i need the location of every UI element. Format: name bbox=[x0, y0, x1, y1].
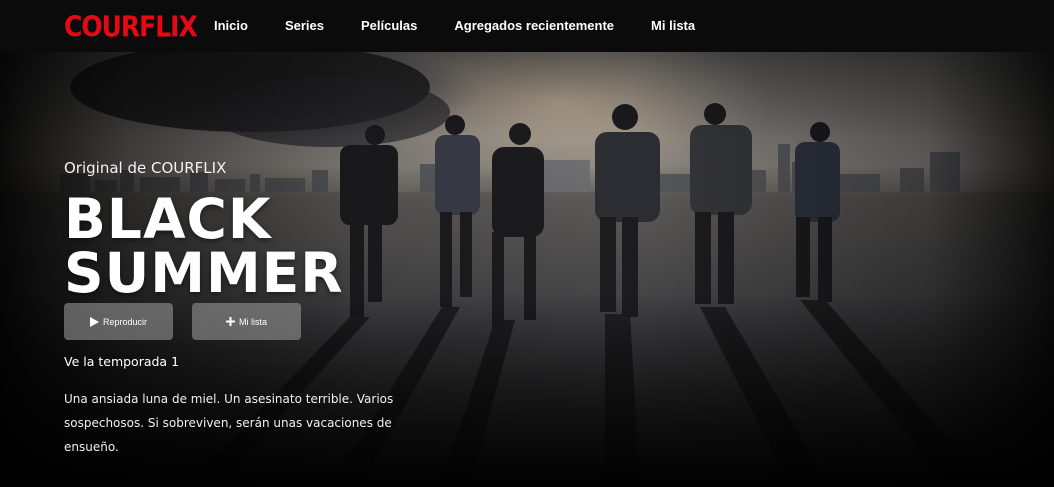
add-to-list-button[interactable]: Mi lista bbox=[192, 303, 301, 340]
season-label: Ve la temporada 1 bbox=[64, 354, 180, 369]
show-title-line-1: BLACK bbox=[64, 187, 272, 251]
plus-icon bbox=[225, 317, 235, 326]
original-label: Original de COURFLIX bbox=[64, 159, 227, 177]
add-to-list-button-label: Mi lista bbox=[238, 316, 267, 327]
show-title: BLACK SUMMER bbox=[64, 187, 344, 305]
play-icon bbox=[89, 316, 99, 327]
nav-item-inicio[interactable]: Inicio bbox=[214, 18, 248, 33]
show-title-line-2: SUMMER bbox=[64, 241, 344, 305]
nav-item-series[interactable]: Series bbox=[285, 18, 324, 33]
synopsis-text: Una ansiada luna de miel. Un asesinato t… bbox=[64, 392, 394, 454]
nav-item-agregados-recientemente[interactable]: Agregados recientemente bbox=[454, 18, 614, 33]
courflix-logo[interactable]: COURFLIX bbox=[64, 10, 198, 43]
play-button-label: Reproducir bbox=[102, 316, 148, 327]
main-nav: Inicio Series Películas Agregados recien… bbox=[214, 18, 732, 33]
nav-item-mi-lista[interactable]: Mi lista bbox=[651, 18, 695, 33]
play-button[interactable]: Reproducir bbox=[64, 303, 173, 340]
nav-item-peliculas[interactable]: Películas bbox=[361, 18, 417, 33]
hero-banner: Original de COURFLIX BLACK SUMMER Reprod… bbox=[0, 52, 1054, 487]
top-navbar: COURFLIX Inicio Series Películas Agregad… bbox=[0, 0, 1054, 52]
